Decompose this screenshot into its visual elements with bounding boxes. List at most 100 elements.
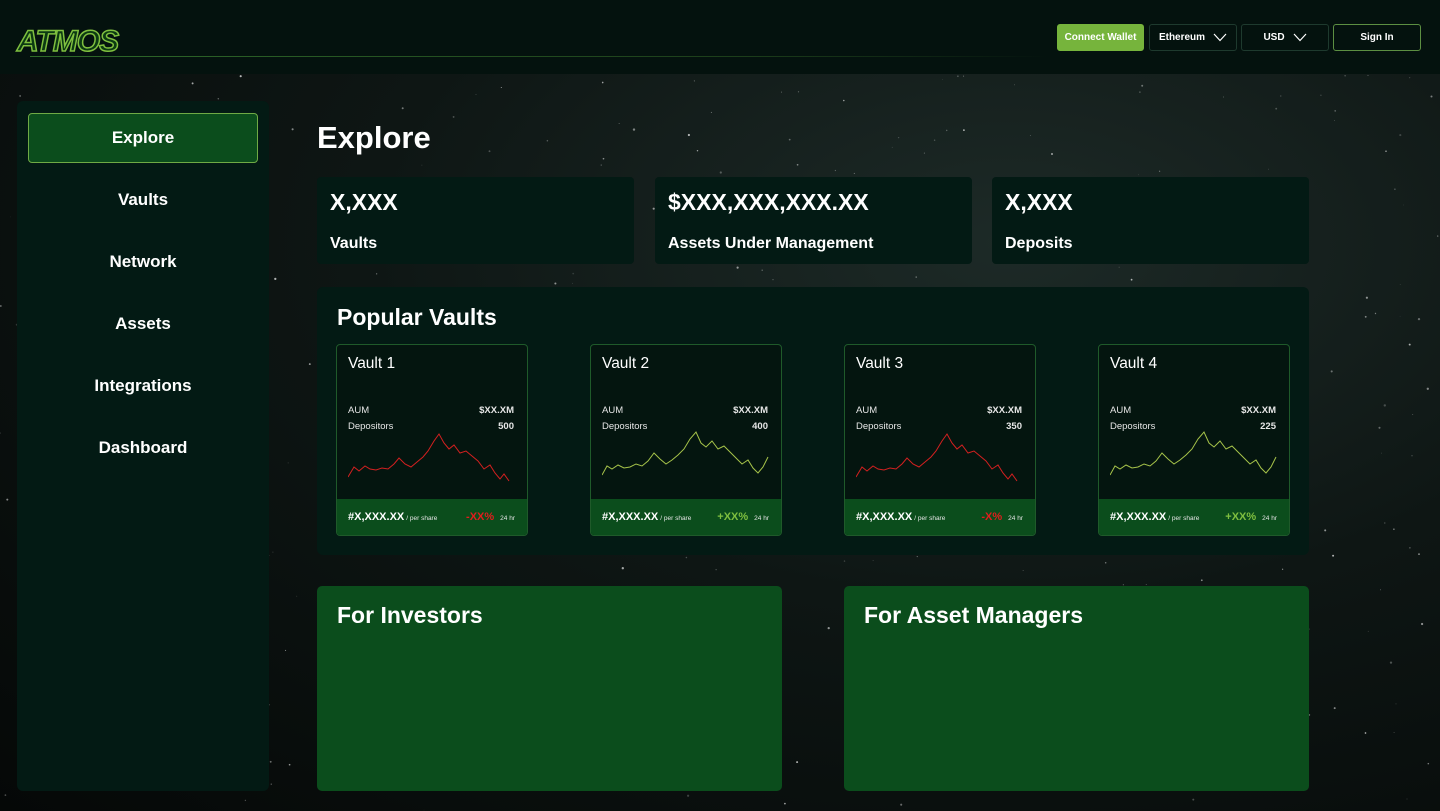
for-asset-managers-title: For Asset Managers (864, 602, 1083, 628)
vault-aum-row: AUM $XX.XM (602, 405, 768, 416)
star (1137, 174, 1139, 176)
vault-footer: #X,XXX.XX / per share +XX% 24 hr (591, 499, 781, 535)
vault-footer: #X,XXX.XX / per share -XX% 24 hr (337, 499, 527, 535)
star (421, 164, 423, 166)
star (843, 99, 845, 102)
vault-card[interactable]: Vault 1 AUM $XX.XM Depositors 500 #X,XXX… (336, 344, 528, 536)
star (1411, 455, 1413, 457)
logo-text: ATMOS (16, 25, 119, 58)
star (1118, 266, 1120, 268)
sidebar-item-assets[interactable]: Assets (28, 299, 258, 349)
per-share-label: / per share (660, 515, 692, 522)
star (843, 560, 846, 562)
sidebar-item-explore[interactable]: Explore (28, 113, 258, 163)
star (1324, 529, 1327, 532)
currency-select[interactable]: USD (1241, 24, 1329, 51)
star (761, 269, 763, 272)
aum-value: $XX.XM (733, 405, 768, 416)
star (1320, 94, 1322, 96)
star (1367, 74, 1369, 76)
share-price: #X,XXX.XX (348, 511, 405, 523)
star (632, 128, 636, 131)
star (1427, 762, 1430, 765)
star (736, 266, 739, 269)
sidebar-item-dashboard[interactable]: Dashboard (28, 423, 258, 473)
star (4, 794, 7, 796)
star (1367, 630, 1369, 632)
star (1141, 84, 1144, 87)
chevron-down-icon (1213, 33, 1227, 42)
star (1280, 95, 1282, 97)
sidebar-item-integrations[interactable]: Integrations (28, 361, 258, 411)
star (1029, 134, 1031, 136)
sign-in-label: Sign In (1360, 32, 1394, 43)
for-investors-title: For Investors (337, 602, 483, 628)
sidebar: Explore Vaults Network Assets Integratio… (17, 101, 269, 791)
for-asset-managers-card[interactable]: For Asset Managers (844, 586, 1309, 791)
star (1334, 110, 1337, 112)
star (621, 567, 624, 570)
sidebar-item-label: Dashboard (98, 438, 188, 457)
star (1139, 91, 1141, 93)
vault-name: Vault 1 (348, 355, 396, 372)
sidebar-item-label: Integrations (94, 376, 192, 395)
star (239, 75, 242, 78)
star (285, 649, 287, 651)
star (600, 164, 602, 166)
vault-name: Vault 2 (602, 355, 650, 372)
star (872, 560, 874, 561)
star (957, 75, 959, 77)
stat-card-vaults: X,XXX Vaults (317, 177, 634, 264)
star (0, 432, 1, 434)
stat-label: Deposits (1005, 235, 1073, 252)
star (1333, 707, 1336, 710)
stat-card-aum: $XXX,XXX,XXX.XX Assets Under Management (655, 177, 972, 264)
star (546, 139, 549, 142)
star (1330, 370, 1333, 373)
per-share-label: / per share (1168, 515, 1200, 522)
star (796, 163, 799, 166)
star (1393, 731, 1395, 734)
star (788, 138, 791, 141)
star (1332, 554, 1335, 557)
star (827, 626, 830, 630)
star (1430, 95, 1433, 98)
vault-sparkline (856, 433, 1018, 482)
star (1437, 235, 1439, 237)
star (1145, 584, 1147, 585)
star (1364, 315, 1367, 318)
vault-sparkline (1110, 431, 1277, 476)
atmos-logo[interactable]: ATMOS (15, 22, 131, 58)
star (1418, 553, 1420, 555)
vault-card[interactable]: Vault 3 AUM $XX.XM Depositors 350 #X,XXX… (844, 344, 1036, 536)
header-divider (30, 56, 1050, 57)
star (1104, 562, 1107, 564)
star (1275, 107, 1278, 110)
share-price: #X,XXX.XX (602, 511, 659, 523)
vault-aum-row: AUM $XX.XM (856, 405, 1022, 416)
star (401, 107, 404, 110)
for-investors-card[interactable]: For Investors (317, 586, 782, 791)
sidebar-item-vaults[interactable]: Vaults (28, 175, 258, 225)
star (291, 128, 294, 131)
page-title: Explore (317, 120, 431, 155)
star (572, 282, 573, 284)
connect-wallet-button[interactable]: Connect Wallet (1057, 24, 1144, 51)
star (1399, 134, 1402, 137)
star (710, 111, 712, 113)
star (1389, 661, 1393, 664)
network-select[interactable]: Ethereum (1149, 24, 1237, 51)
star (602, 157, 605, 160)
sidebar-item-network[interactable]: Network (28, 237, 258, 287)
vault-card[interactable]: Vault 4 AUM $XX.XM Depositors 225 #X,XXX… (1098, 344, 1290, 536)
per-share-label: / per share (406, 515, 438, 522)
star (945, 129, 948, 132)
sign-in-button[interactable]: Sign In (1333, 24, 1421, 51)
star (572, 272, 575, 275)
vault-card[interactable]: Vault 2 AUM $XX.XM Depositors 400 #X,XXX… (590, 344, 782, 536)
star (500, 86, 502, 89)
sparkline-path (602, 431, 769, 476)
star (1192, 798, 1195, 801)
stat-value: X,XXX (1005, 189, 1073, 215)
aum-label: AUM (1110, 405, 1132, 416)
